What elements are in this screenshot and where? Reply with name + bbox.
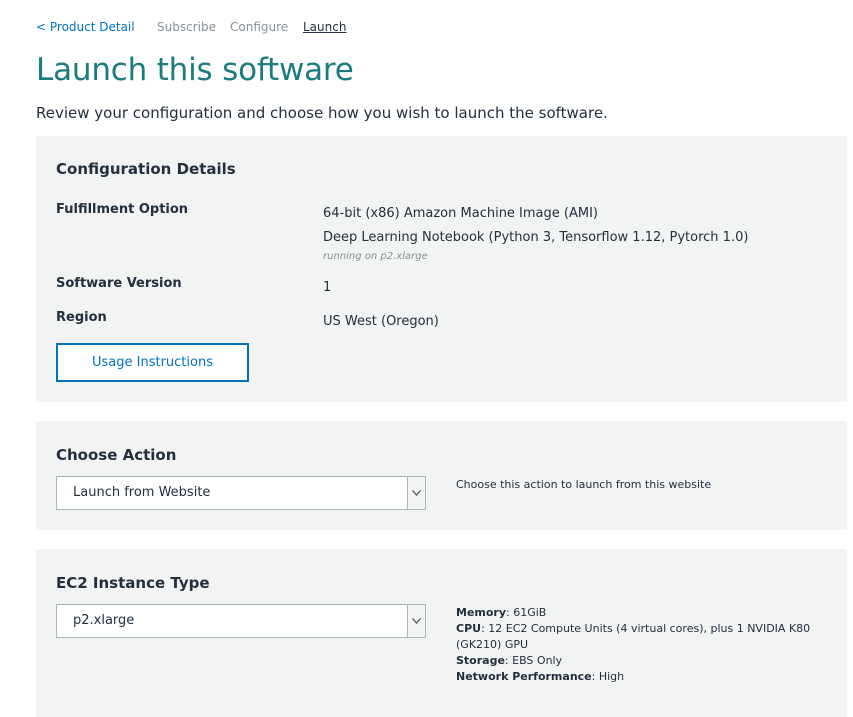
fulfillment-option-label: Fulfillment Option [56, 202, 189, 217]
chevron-down-icon[interactable] [407, 605, 425, 637]
fulfillment-product-value: Deep Learning Notebook (Python 3, Tensor… [323, 230, 749, 245]
choose-action-title: Choose Action [56, 446, 177, 464]
fulfillment-option-value: 64-bit (x86) Amazon Machine Image (AMI) [323, 206, 598, 221]
choose-action-selected-value: Launch from Website [73, 485, 211, 500]
fulfillment-instance-note: running on p2.xlarge [323, 251, 428, 262]
choose-action-panel: Choose Action Launch from Website Choose… [36, 421, 847, 530]
configuration-details-panel: Configuration Details Fulfillment Option… [36, 136, 847, 402]
choose-action-select[interactable]: Launch from Website [56, 476, 426, 510]
spec-network-label: Network Performance [456, 670, 592, 683]
ec2-instance-selected-value: p2.xlarge [73, 613, 135, 628]
ec2-instance-type-title: EC2 Instance Type [56, 574, 210, 592]
ec2-instance-type-panel: EC2 Instance Type p2.xlarge Memory: 61Gi… [36, 549, 847, 717]
spec-memory-label: Memory [456, 606, 507, 619]
breadcrumb-configure[interactable]: Configure [230, 20, 288, 34]
spec-cpu-label: CPU [456, 622, 482, 635]
usage-instructions-button[interactable]: Usage Instructions [56, 343, 249, 382]
software-version-value: 1 [323, 280, 332, 295]
software-version-label: Software Version [56, 276, 182, 291]
breadcrumb-launch: Launch [303, 20, 347, 34]
spec-network: Network Performance: High [456, 669, 816, 685]
chevron-down-icon[interactable] [407, 477, 425, 509]
ec2-instance-type-select[interactable]: p2.xlarge [56, 604, 426, 638]
instance-specs: Memory: 61GiB CPU: 12 EC2 Compute Units … [456, 605, 816, 685]
spec-storage-label: Storage [456, 654, 505, 667]
region-label: Region [56, 310, 107, 325]
breadcrumb-back-link[interactable]: < Product Detail [36, 20, 135, 34]
page-title: Launch this software [36, 52, 354, 88]
region-value: US West (Oregon) [323, 314, 439, 329]
spec-memory-value: : 61GiB [506, 606, 547, 619]
choose-action-help-text: Choose this action to launch from this w… [456, 478, 712, 491]
configuration-details-title: Configuration Details [56, 160, 236, 178]
breadcrumb-subscribe[interactable]: Subscribe [157, 20, 216, 34]
spec-cpu: CPU: 12 EC2 Compute Units (4 virtual cor… [456, 621, 816, 653]
spec-storage: Storage: EBS Only [456, 653, 816, 669]
spec-network-value: : High [591, 670, 625, 683]
page-subtitle: Review your configuration and choose how… [36, 104, 608, 122]
spec-memory: Memory: 61GiB [456, 605, 816, 621]
spec-cpu-value: : 12 EC2 Compute Units (4 virtual cores)… [456, 622, 811, 651]
spec-storage-value: : EBS Only [504, 654, 563, 667]
